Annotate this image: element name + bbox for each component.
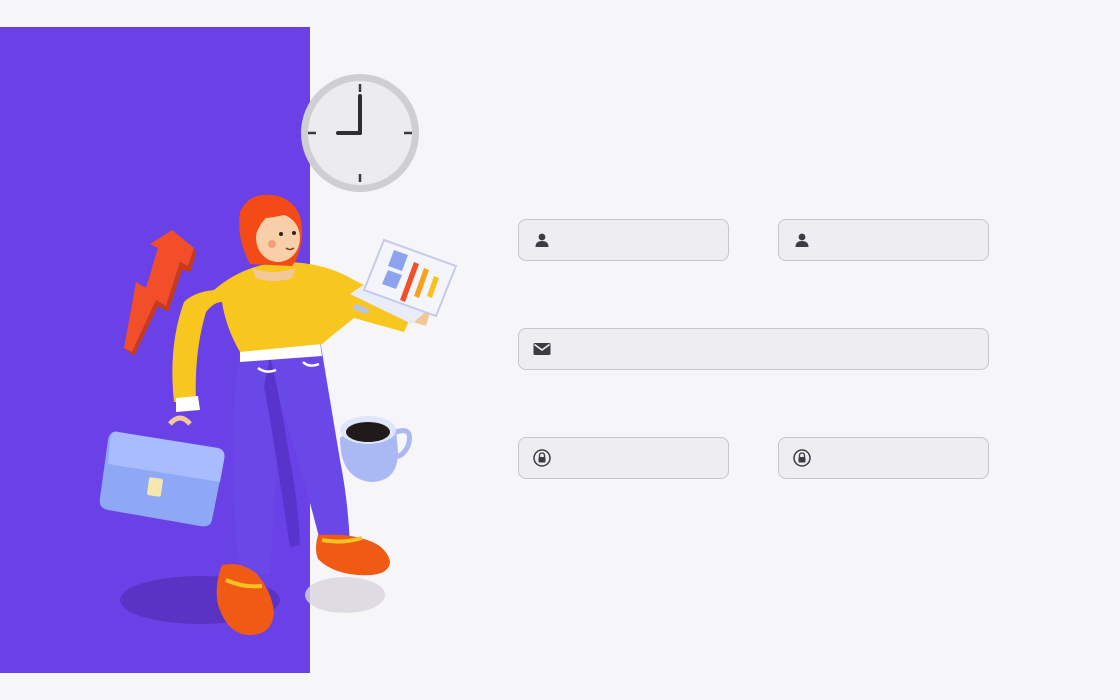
mail-icon (533, 340, 551, 358)
last-name-field[interactable] (778, 219, 1006, 261)
clock-icon (301, 74, 419, 192)
confirm-password-input[interactable] (821, 437, 1006, 479)
laptop-icon (350, 238, 458, 324)
briefcase-icon (99, 415, 225, 527)
hero-illustration (99, 74, 458, 635)
user-icon (793, 231, 811, 249)
person-head (239, 194, 303, 266)
confirm-password-field[interactable] (778, 437, 1006, 479)
first-name-input[interactable] (561, 219, 746, 261)
last-name-input[interactable] (821, 219, 1006, 261)
password-input[interactable] (561, 437, 746, 479)
lock-icon (533, 449, 551, 467)
lock-icon (793, 449, 811, 467)
email-field[interactable] (518, 328, 989, 370)
first-name-field[interactable] (518, 219, 746, 261)
password-field[interactable] (518, 437, 746, 479)
email-input[interactable] (561, 328, 988, 370)
signup-page (0, 0, 1120, 700)
user-icon (533, 231, 551, 249)
coffee-mug-icon (340, 416, 412, 482)
